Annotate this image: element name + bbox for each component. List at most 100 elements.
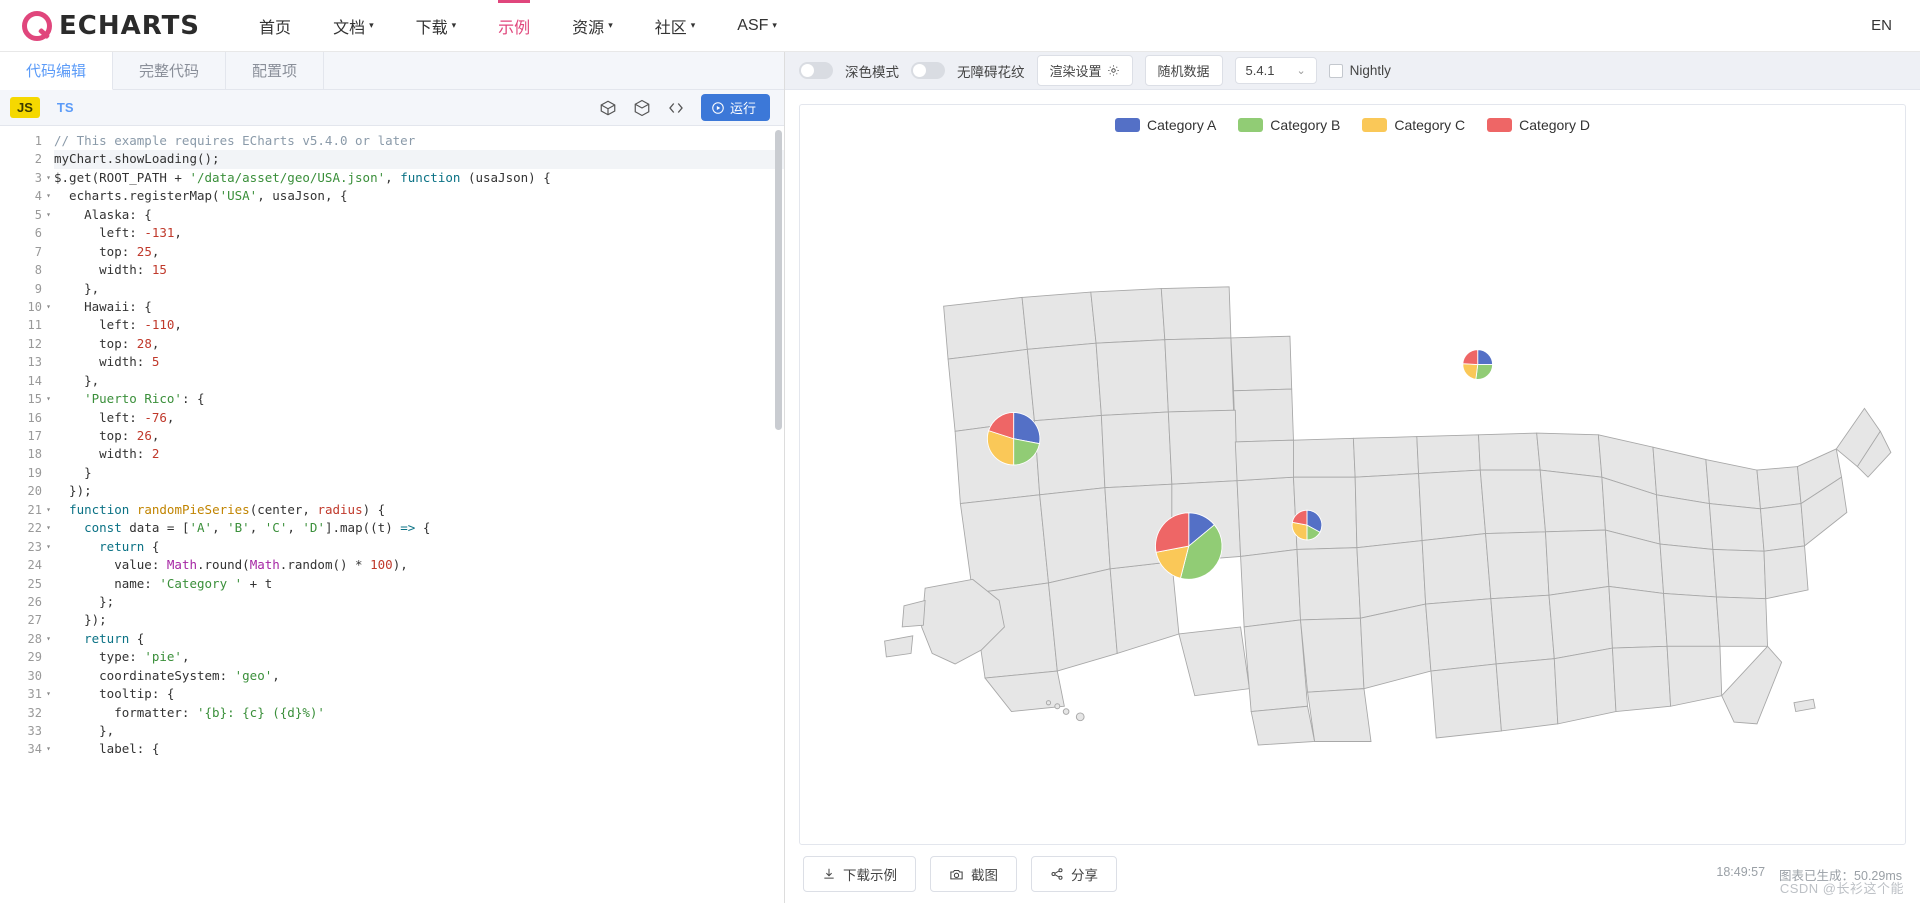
language-switch-button[interactable]: EN [1871, 17, 1898, 34]
nav-item-examples[interactable]: 示例 [477, 0, 551, 51]
code-line[interactable]: width: 5 [54, 353, 784, 371]
usa-map-chart[interactable] [800, 105, 1905, 844]
run-button[interactable]: 运行 [700, 94, 770, 121]
version-select[interactable]: 5.4.1 ⌄ [1234, 57, 1317, 84]
code-line[interactable]: myChart.showLoading(); [54, 150, 784, 169]
editor-actions: 运行 [599, 94, 774, 121]
download-example-button[interactable]: 下载示例 [803, 856, 916, 892]
pie-slice[interactable] [1475, 364, 1494, 380]
code-line[interactable]: 'Puerto Rico': { [54, 390, 784, 408]
code-line[interactable]: coordinateSystem: 'geo', [54, 667, 784, 685]
line-number: 14 [27, 373, 42, 388]
pie-pie-maine[interactable] [1462, 349, 1494, 380]
code-line[interactable]: formatter: '{b}: {c} ({d}%)' [54, 704, 784, 722]
line-number: 30 [27, 668, 42, 683]
line-number: 11 [27, 318, 42, 333]
code-line[interactable]: type: 'pie', [54, 648, 784, 666]
code-line[interactable]: }, [54, 372, 784, 390]
code-line[interactable]: label: { [54, 740, 784, 758]
nightly-checkbox-wrapper[interactable]: Nightly [1328, 63, 1391, 78]
pie-pie-nevada[interactable] [986, 412, 1041, 466]
tab-code-edit[interactable]: 代码编辑 [0, 52, 114, 90]
nav-item-download[interactable]: 下载 ▾ [395, 0, 478, 51]
cube-outline-icon[interactable] [599, 99, 617, 117]
nav-item-asf[interactable]: ASF ▾ [716, 0, 798, 51]
line-number: 1 [34, 134, 42, 148]
package-icon[interactable] [633, 99, 651, 117]
code-line[interactable]: }; [54, 593, 784, 611]
nav-item-label: 文档 [333, 19, 366, 37]
editor-scrollbar[interactable] [775, 130, 782, 430]
code-area[interactable]: 1 2 3 ▾ 4 ▾ 5 ▾ 6 7 8 9 10 ▾ 11 12 13 14 15 ▾ 16 17 18 19 20 21 ▾ 2… [0, 126, 784, 903]
nav-items: 首页 文档 ▾ 下载 ▾ 示例 资源 ▾ 社区 ▾ ASF ▾ [238, 0, 798, 51]
nav-item-resources[interactable]: 资源 ▾ [551, 0, 634, 51]
dark-mode-toggle[interactable] [799, 62, 833, 79]
echarts-logo[interactable]: ECHARTS [22, 10, 200, 41]
code-line[interactable]: left: -76, [54, 409, 784, 427]
screenshot-button[interactable]: 截图 [930, 856, 1017, 892]
tab-full-code[interactable]: 完整代码 [113, 52, 227, 89]
line-number: 22 ▾ [27, 521, 51, 536]
share-button[interactable]: 分享 [1031, 856, 1117, 892]
lang-toggle-ts[interactable]: TS [50, 97, 81, 118]
code-line[interactable]: }); [54, 611, 784, 629]
nav-item-home[interactable]: 首页 [238, 0, 312, 51]
pie-pie-kentucky[interactable] [1291, 509, 1323, 541]
tab-options[interactable]: 配置项 [226, 52, 325, 89]
code-line[interactable]: name: 'Category ' + t [54, 575, 784, 593]
line-number: 12 [27, 336, 42, 351]
code-line[interactable]: value: Math.round(Math.random() * 100), [54, 556, 784, 574]
render-settings-button[interactable]: 渲染设置 [1036, 55, 1133, 86]
code-line[interactable]: left: -131, [54, 224, 784, 242]
code-line[interactable]: $.get(ROOT_PATH + '/data/asset/geo/USA.j… [54, 169, 784, 187]
code-line[interactable]: }); [54, 482, 784, 500]
code-line[interactable]: left: -110, [54, 316, 784, 334]
dark-mode-label: 深色模式 [845, 64, 899, 80]
code-line[interactable]: const data = ['A', 'B', 'C', 'D'].map((t… [54, 519, 784, 537]
code-lines[interactable]: // This example requires ECharts v5.4.0 … [46, 126, 784, 903]
code-brackets-icon[interactable] [667, 99, 685, 117]
nav-item-docs[interactable]: 文档 ▾ [312, 0, 395, 51]
line-number: 27 [27, 613, 42, 628]
random-data-button[interactable]: 随机数据 [1144, 55, 1223, 86]
code-line[interactable]: } [54, 464, 784, 482]
code-line[interactable]: function randomPieSeries(center, radius)… [54, 501, 784, 519]
download-icon [822, 867, 836, 881]
pie-pie-texas[interactable] [1155, 512, 1223, 580]
line-number: 17 [27, 429, 42, 443]
accessibility-pattern-toggle[interactable] [911, 62, 945, 79]
code-line[interactable]: Alaska: { [54, 206, 784, 224]
camera-icon [949, 867, 964, 882]
pie-slice[interactable] [1477, 349, 1494, 366]
line-number: 23 ▾ [27, 539, 51, 554]
line-number: 15 ▾ [27, 392, 51, 407]
code-line[interactable]: top: 26, [54, 427, 784, 445]
pie-slice[interactable] [1462, 363, 1479, 380]
top-navigation-bar: ECHARTS 首页 文档 ▾ 下载 ▾ 示例 资源 ▾ 社区 ▾ ASF ▾ EN [0, 0, 1920, 52]
code-line[interactable]: top: 28, [54, 335, 784, 353]
screenshot-label: 截图 [971, 868, 998, 883]
chart-preview-area[interactable]: Category A Category B Category C Categor… [799, 104, 1906, 845]
code-line[interactable]: echarts.registerMap('USA', usaJson, { [54, 187, 784, 205]
code-line[interactable]: }, [54, 722, 784, 740]
code-line[interactable]: width: 15 [54, 261, 784, 279]
code-line[interactable]: tooltip: { [54, 685, 784, 703]
code-line[interactable]: return { [54, 630, 784, 648]
line-number: 33 [27, 724, 42, 738]
nightly-label: Nightly [1349, 63, 1391, 78]
code-line[interactable]: }, [54, 280, 784, 298]
editor-tabbar: 代码编辑 完整代码 配置项 [0, 52, 784, 90]
nightly-checkbox[interactable] [1328, 63, 1343, 78]
gear-icon [1107, 64, 1120, 77]
lang-toggle-js[interactable]: JS [10, 97, 40, 118]
pie-slice[interactable] [1462, 349, 1479, 366]
chevron-down-icon: ▾ [451, 20, 457, 30]
code-line[interactable]: Hawaii: { [54, 298, 784, 316]
code-line[interactable]: // This example requires ECharts v5.4.0 … [54, 132, 784, 150]
nav-item-community[interactable]: 社区 ▾ [634, 0, 717, 51]
line-number: 8 [34, 263, 42, 278]
code-line[interactable]: top: 25, [54, 243, 784, 261]
usa-map-svg[interactable] [800, 105, 1905, 844]
code-line[interactable]: width: 2 [54, 445, 784, 463]
code-line[interactable]: return { [54, 538, 784, 556]
